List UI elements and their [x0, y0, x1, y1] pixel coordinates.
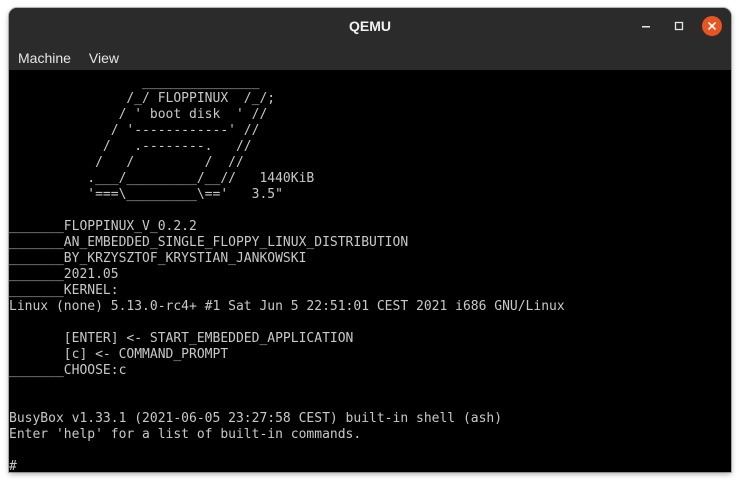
maximize-icon: [674, 21, 684, 31]
vm-display[interactable]: _______________ /_/ FLOPPINUX /_/; / ' b…: [9, 70, 731, 472]
title-bar[interactable]: QEMU: [9, 8, 731, 45]
console-line: /_/ FLOPPINUX /_/;: [9, 91, 276, 106]
close-icon: [708, 22, 716, 30]
console-line: / '------------' //: [9, 123, 260, 138]
maximize-button[interactable]: [669, 16, 689, 36]
console-line: _______CHOOSE:c: [9, 363, 127, 378]
menu-machine[interactable]: Machine: [9, 50, 80, 66]
console-line: [ENTER] <- START_EMBEDDED_APPLICATION: [9, 331, 354, 346]
console-line: [c] <- COMMAND_PROMPT: [9, 347, 229, 362]
console-line: Linux (none) 5.13.0-rc4+ #1 Sat Jun 5 22…: [9, 299, 565, 314]
console-line: '===\_________\==' 3.5": [9, 187, 283, 202]
console-line: / .--------. //: [9, 139, 252, 154]
console-line: _______BY_KRZYSZTOF_KRYSTIAN_JANKOWSKI: [9, 251, 307, 266]
console-line: _______FLOPPINUX_V_0.2.2: [9, 219, 197, 234]
console-line: _______2021.05: [9, 267, 119, 282]
console-output: _______________ /_/ FLOPPINUX /_/; / ' b…: [9, 75, 565, 472]
console-line: _______AN_EMBEDDED_SINGLE_FLOPPY_LINUX_D…: [9, 235, 409, 250]
console-line: .___/_________/__// 1440KiB: [9, 171, 315, 186]
console-line: _______KERNEL:: [9, 283, 119, 298]
minimize-icon: [642, 26, 650, 28]
minimize-button[interactable]: [636, 16, 656, 36]
menu-view[interactable]: View: [80, 50, 128, 66]
window-title: QEMU: [349, 18, 391, 34]
console-line: _______________: [9, 75, 260, 90]
console-line: / ' boot disk ' //: [9, 107, 268, 122]
console-line: Enter 'help' for a list of built-in comm…: [9, 427, 362, 442]
menu-bar: Machine View: [9, 45, 731, 70]
console-line: / / / //: [9, 155, 244, 170]
console-line: # _: [9, 459, 33, 472]
qemu-window: QEMU Machine View _______________ /_/ FL…: [9, 8, 731, 472]
console-line: BusyBox v1.33.1 (2021-06-05 23:27:58 CES…: [9, 411, 503, 426]
close-button[interactable]: [702, 16, 722, 36]
